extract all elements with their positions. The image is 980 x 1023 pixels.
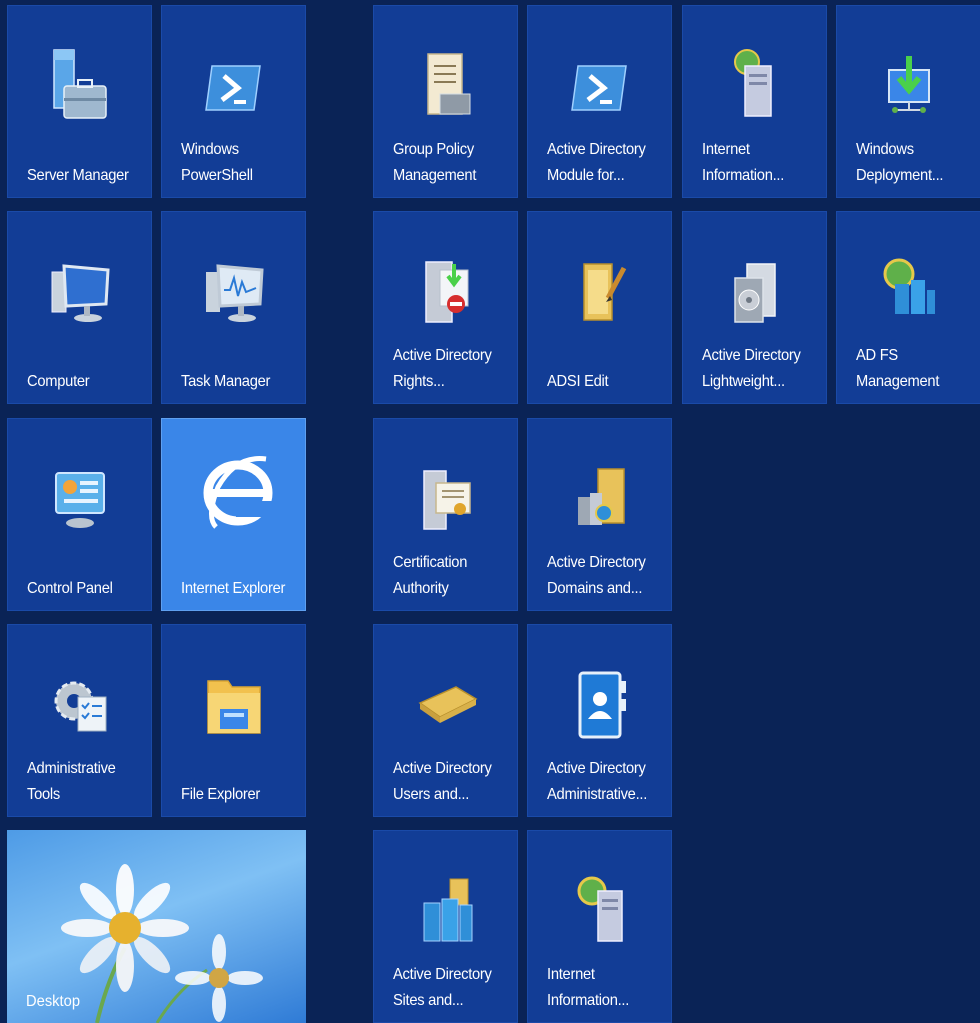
tile-ad-rights-management[interactable]: Active Directory Rights... bbox=[373, 211, 518, 404]
tile-label: Administrative Tools bbox=[27, 760, 116, 803]
tile-label: Internet Explorer bbox=[181, 580, 286, 597]
tile-adsi-edit[interactable]: ADSI Edit bbox=[527, 211, 672, 404]
task-manager-icon bbox=[198, 250, 270, 332]
tile-ad-lightweight-directory[interactable]: Active Directory Lightweight... bbox=[682, 211, 827, 404]
folder-icon bbox=[198, 663, 270, 745]
tile-windows-deployment-services[interactable]: Windows Deployment... bbox=[836, 5, 980, 198]
certificate-icon bbox=[410, 457, 482, 539]
tile-internet-explorer[interactable]: Internet Explorer bbox=[161, 418, 306, 611]
tile-ad-users-and-computers[interactable]: Active Directory Users and... bbox=[373, 624, 518, 817]
lightweight-directory-icon bbox=[719, 250, 791, 332]
tile-label: Active Directory Sites and... bbox=[393, 966, 492, 1009]
tile-server-manager[interactable]: Server Manager bbox=[7, 5, 152, 198]
tile-label: Internet Information... bbox=[702, 141, 785, 184]
tile-ad-domains-and-trusts[interactable]: Active Directory Domains and... bbox=[527, 418, 672, 611]
deployment-icon bbox=[873, 44, 945, 126]
adsi-edit-icon bbox=[564, 250, 636, 332]
computer-icon bbox=[44, 250, 116, 332]
tile-label: Control Panel bbox=[27, 580, 113, 597]
internet-explorer-icon bbox=[196, 447, 276, 539]
adfs-icon bbox=[873, 250, 945, 332]
group-policy-icon bbox=[410, 44, 482, 126]
tile-task-manager[interactable]: Task Manager bbox=[161, 211, 306, 404]
tile-desktop[interactable]: Desktop bbox=[7, 830, 306, 1023]
tile-label: Active Directory Administrative... bbox=[547, 760, 648, 803]
admin-center-icon bbox=[564, 663, 636, 745]
iis-icon bbox=[719, 44, 791, 126]
tile-label: ADSI Edit bbox=[547, 373, 609, 390]
sites-services-icon bbox=[410, 869, 482, 951]
tile-label: Computer bbox=[27, 373, 90, 390]
control-panel-icon bbox=[44, 457, 116, 539]
tile-ad-fs-management[interactable]: AD FS Management bbox=[836, 211, 980, 404]
iis-icon bbox=[564, 869, 636, 951]
tile-label: Task Manager bbox=[181, 373, 271, 390]
tile-label: Windows PowerShell bbox=[181, 141, 253, 184]
tile-label: AD FS Management bbox=[856, 347, 940, 390]
server-manager-icon bbox=[44, 44, 116, 126]
tile-label: Internet Information... bbox=[547, 966, 630, 1009]
tile-label: File Explorer bbox=[181, 786, 261, 803]
tile-administrative-tools[interactable]: Administrative Tools bbox=[7, 624, 152, 817]
tile-label: Certification Authority bbox=[393, 554, 468, 597]
tile-label: Windows Deployment... bbox=[856, 141, 944, 184]
tile-label: Active Directory Module for... bbox=[547, 141, 646, 184]
tile-internet-information-services-2[interactable]: Internet Information... bbox=[527, 830, 672, 1023]
tile-group-policy-management[interactable]: Group Policy Management bbox=[373, 5, 518, 198]
tile-certification-authority[interactable]: Certification Authority bbox=[373, 418, 518, 611]
tile-label: Active Directory Lightweight... bbox=[702, 347, 801, 390]
tile-computer[interactable]: Computer bbox=[7, 211, 152, 404]
tile-label: Server Manager bbox=[27, 167, 129, 184]
tile-file-explorer[interactable]: File Explorer bbox=[161, 624, 306, 817]
powershell-icon bbox=[198, 44, 270, 126]
tile-internet-information-services[interactable]: Internet Information... bbox=[682, 5, 827, 198]
tile-powershell[interactable]: Windows PowerShell bbox=[161, 5, 306, 198]
tile-label: Active Directory Users and... bbox=[393, 760, 492, 803]
admin-tools-icon bbox=[44, 663, 116, 745]
users-computers-icon bbox=[410, 663, 482, 745]
tile-ad-sites-and-services[interactable]: Active Directory Sites and... bbox=[373, 830, 518, 1023]
tile-label: Desktop bbox=[26, 993, 81, 1010]
tile-label: Active Directory Domains and... bbox=[547, 554, 646, 597]
powershell-icon bbox=[564, 44, 636, 126]
tile-control-panel[interactable]: Control Panel bbox=[7, 418, 152, 611]
tile-ad-module-for-powershell[interactable]: Active Directory Module for... bbox=[527, 5, 672, 198]
tile-ad-administrative-center[interactable]: Active Directory Administrative... bbox=[527, 624, 672, 817]
tile-label: Group Policy Management bbox=[393, 141, 477, 184]
rights-management-icon bbox=[410, 250, 482, 332]
domains-trusts-icon bbox=[564, 457, 636, 539]
tile-label: Active Directory Rights... bbox=[393, 347, 492, 390]
